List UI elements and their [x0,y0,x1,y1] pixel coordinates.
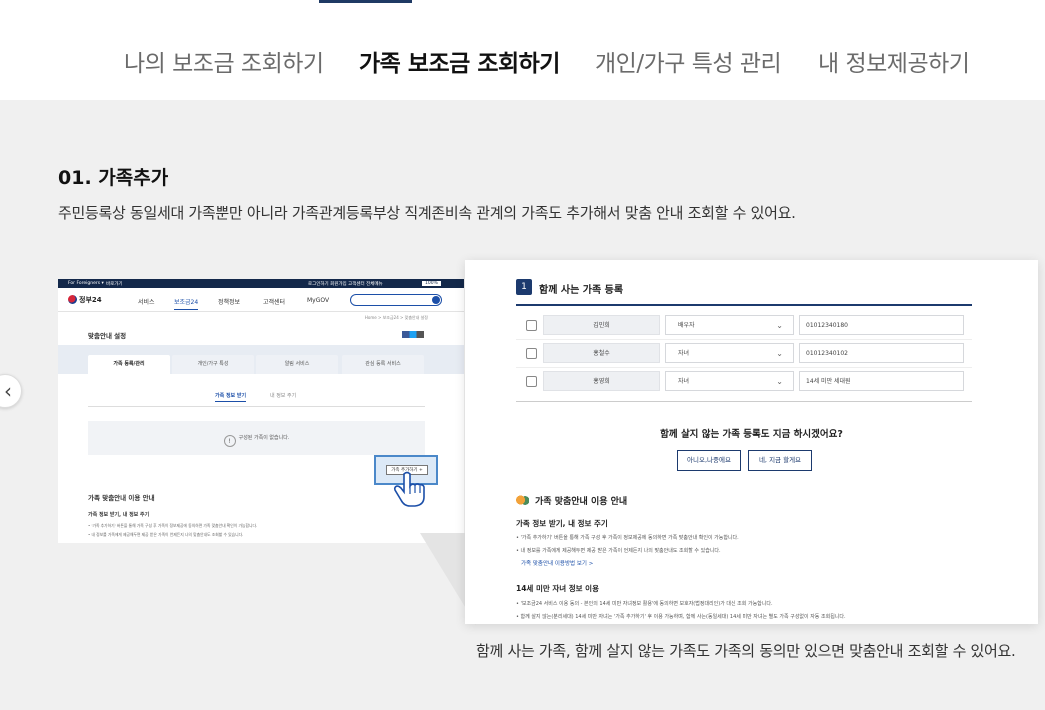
share-icons [402,331,424,338]
title-rule [516,304,972,306]
mini-page-title: 맞춤안내 설정 [88,332,127,340]
mini-logo: 정부24 [68,295,102,305]
mini-search-box [350,294,442,306]
caption: 함께 사는 가족, 함께 살지 않는 가족도 가족의 동의만 있으면 맞춤안내 … [476,642,1016,660]
name-field[interactable]: 홍철수 [543,343,660,363]
mini-guide-title: 가족 맞춤안내 이용 안내 [88,494,155,502]
mini-breadcrumb: Home > 보조금24 > 맞춤안내 설정 [364,315,428,320]
guide-subtitle: 가족 정보 받기, 내 정보 주기 [516,519,608,528]
search-icon [432,296,440,304]
family-row: 김민희 배우자 ⌄ 01012340180 [516,312,972,340]
mini-nav-item: 서비스 [138,299,155,306]
guide-title: 가족 맞춤안내 이용 안내 [516,494,627,507]
later-button[interactable]: 아니오,나중에요 [677,450,741,471]
chevron-down-icon: ⌄ [776,349,783,358]
mini-tab: 가족 등록/관리 [88,355,170,374]
mini-tab: 관심 등록 서비스 [342,355,424,374]
tab-household-profile[interactable]: 개인/가구 특성 관리 [595,44,782,78]
mini-tab: 알림 서비스 [256,355,338,374]
phone-field[interactable]: 01012340102 [799,343,964,363]
name-field[interactable]: 김민희 [543,315,660,335]
name-field[interactable]: 홍영희 [543,371,660,391]
chevron-down-icon: ⌄ [776,321,783,330]
mini-nav-item: 보조금24 [174,297,199,310]
mini-screenshot: For Foreigners ▾ 바로가기 로그인하기 회원가입 고객센터 전체… [58,279,464,543]
register-now-button[interactable]: 네, 지금 할게요 [748,450,812,471]
family-icon [516,495,529,505]
mini-subtab: 가족 정보 받기 [215,392,247,402]
mini-nav-item: MyGOV [307,297,330,304]
scroll-indicator [319,0,412,3]
mini-guide-line: • '가족 추가하기' 버튼을 통해 가족 구성 후 가족이 정보제공에 동의하… [88,523,258,528]
mini-nav-item: 고객센터 [263,299,286,306]
guide-link[interactable]: 가족 맞춤안내 이용방법 보기 > [521,559,593,567]
register-question: 함께 살지 않는 가족 등록도 지금 하시겠어요? [660,429,843,440]
mini-site: 바로가기 [106,282,123,287]
tab-share-info[interactable]: 내 정보제공하기 [818,44,970,78]
section-description: 주민등록상 동일세대 가족뿐만 아니라 가족관계등록부상 직계존비속 관계의 가… [58,204,796,222]
mini-top-bar: For Foreigners ▾ 바로가기 로그인하기 회원가입 고객센터 전체… [58,279,464,288]
guide-line: • 내 정보를 가족에게 제공해두면 제공 받은 가족이 언제든지 나의 맞춤안… [516,548,721,554]
emblem-icon [68,295,77,304]
mini-subtab: 내 정보 주기 [270,393,297,399]
tab-my-subsidy[interactable]: 나의 보조금 조회하기 [124,44,324,78]
row-checkbox[interactable] [526,376,537,387]
tab-list: 나의 보조금 조회하기 가족 보조금 조회하기 개인/가구 특성 관리 내 정보… [0,44,1045,78]
relation-select[interactable]: 자녀 ⌄ [665,343,794,363]
family-row: 홍철수 자녀 ⌄ 01012340102 [516,340,972,368]
divider [516,401,972,402]
hand-pointer-icon [393,471,425,507]
tab-family-subsidy[interactable]: 가족 보조금 조회하기 [359,44,560,78]
mini-tab: 개인/가구 특성 [172,355,254,374]
relation-select[interactable]: 자녀 ⌄ [665,371,794,391]
divider [88,406,425,407]
step-number: 1 [516,279,532,295]
mini-empty-state: ! 구성된 가족이 없습니다. [88,421,425,455]
mini-nav-item: 정책정보 [218,299,241,306]
chevron-down-icon: ⌄ [776,377,783,386]
mini-links: 로그인하기 회원가입 고객센터 전체메뉴 [308,282,383,287]
chevron-left-icon[interactable]: ‹ [0,374,22,408]
relation-select[interactable]: 배우자 ⌄ [665,315,794,335]
mini-guide-subtitle: 가족 정보 받기, 내 정보 주기 [88,512,150,518]
row-checkbox[interactable] [526,320,537,331]
guide-line: • '보조금24 서비스 이용 동의 - 본인의 14세 미만 자녀정보 활용'… [516,601,773,607]
family-row: 홍영희 자녀 ⌄ 14세 미만 세대원 [516,368,972,396]
family-register-panel: 1 함께 사는 가족 등록 김민희 배우자 ⌄ 01012340180 홍철수 자… [465,260,1038,624]
guide-subtitle: 14세 미만 자녀 정보 이용 [516,584,599,593]
mini-lang: For Foreigners ▾ [68,281,104,286]
info-icon: ! [223,435,236,447]
mini-zoom: 100% [422,281,441,286]
phone-field[interactable]: 01012340180 [799,315,964,335]
mini-guide-line: • 내 정보를 가족에게 제공해두면 제공 받은 가족이 언제든지 나의 맞춤안… [88,532,244,537]
panel-title: 함께 사는 가족 등록 [539,285,624,296]
guide-line: • 함께 살지 않는(분리세대) 14세 미만 자녀는 '가족 추가하기' 후 … [516,614,846,620]
section-title: 01. 가족추가 [58,167,169,189]
phone-field[interactable]: 14세 미만 세대원 [799,371,964,391]
mini-header: 정부24 서비스 보조금24 정책정보 고객센터 MyGOV [58,288,464,312]
row-checkbox[interactable] [526,348,537,359]
guide-line: • '가족 추가하기' 버튼을 통해 가족 구성 후 가족이 정보제공에 동의하… [516,535,739,541]
top-tab-bar: 나의 보조금 조회하기 가족 보조금 조회하기 개인/가구 특성 관리 내 정보… [0,0,1045,100]
